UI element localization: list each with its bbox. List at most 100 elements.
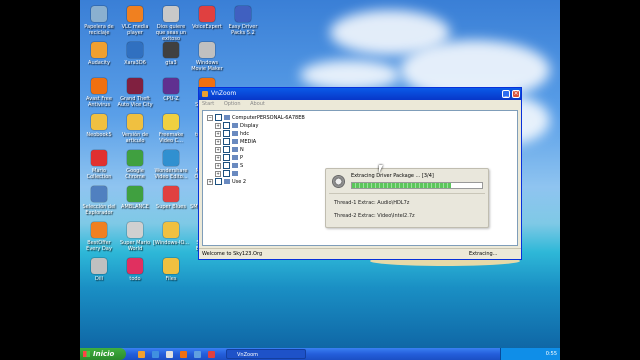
minimize-button[interactable]: _ [502, 90, 510, 98]
expand-toggle-icon[interactable]: + [215, 146, 221, 153]
desktop-icon[interactable]: Xara3D6 [116, 42, 154, 66]
quicklaunch-icon[interactable] [194, 351, 201, 358]
desktop-icon[interactable]: Dios quiere que seas un exitoso [152, 6, 190, 42]
expand-toggle-icon[interactable]: − [207, 114, 213, 121]
thread-1-row: Thread-1 Extrac: Audio\HDL7z [334, 200, 409, 206]
tree-item[interactable]: + Display [215, 122, 258, 129]
desktop-icon[interactable]: VLC media player [116, 6, 154, 36]
menu-about[interactable]: About [250, 101, 265, 107]
device-icon [232, 163, 238, 168]
divider [329, 193, 485, 194]
tree-item[interactable]: + hdc [215, 130, 249, 137]
desktop-icon[interactable]: Wondershare Video Edito... [152, 150, 190, 180]
quicklaunch-icon[interactable] [152, 351, 159, 358]
desktop-icon[interactable]: Files [152, 258, 190, 282]
tree-checkbox[interactable] [223, 138, 230, 145]
desktop-icon[interactable]: Super Mario World [116, 222, 154, 252]
tree-checkbox[interactable] [223, 154, 230, 161]
tree-item[interactable]: + [215, 170, 240, 177]
desktop-icon-label: Audacity [88, 60, 110, 66]
menu-option[interactable]: Option [224, 101, 241, 107]
desktop-icon[interactable]: Super Blues [152, 186, 190, 210]
desktop-icon[interactable]: gta3 [152, 42, 190, 66]
computer-icon [224, 115, 230, 120]
desktop-icon[interactable]: Audacity [80, 42, 118, 66]
gear-icon [332, 175, 345, 188]
window-titlebar[interactable]: VnZoom _ × [199, 88, 521, 100]
tree-checkbox[interactable] [223, 122, 230, 129]
tree-item-label: hdc [240, 131, 250, 137]
expand-toggle-icon[interactable]: + [215, 138, 221, 145]
tree-checkbox[interactable] [223, 170, 230, 177]
tree-item[interactable]: − ComputerPERSONAL-6A78EB [207, 114, 305, 121]
app-icon [163, 150, 179, 166]
desktop-icon-label: Neobook5 [86, 132, 112, 138]
start-button[interactable]: Inicio [80, 348, 126, 360]
desktop-icon[interactable]: Easy Driver Packs 5.2 [224, 6, 262, 36]
app-icon [199, 6, 215, 22]
tree-item[interactable]: + S [215, 162, 243, 169]
desktop-icon[interactable]: Selección del Explorador [80, 186, 118, 216]
desktop-icon[interactable]: Mario Collection [80, 150, 118, 180]
desktop-icon[interactable]: VoiceExpert [188, 6, 226, 30]
progress-title: Extracing Driver Package ... [3/4] [351, 173, 434, 179]
tree-checkbox[interactable] [215, 114, 222, 121]
desktop-icon[interactable]: Freemake Video C... [152, 114, 190, 144]
expand-toggle-icon[interactable]: + [215, 162, 221, 169]
desktop-icon[interactable]: CPU-Z [152, 78, 190, 102]
tree-item[interactable]: + N [215, 146, 244, 153]
desktop-icon-label: BestOffer Every Day [86, 240, 112, 252]
expand-toggle-icon[interactable]: + [215, 154, 221, 161]
desktop-icon-label: Papelera de reciclaje [84, 24, 114, 36]
device-icon [224, 179, 230, 184]
desktop-icon[interactable]: Papelera de reciclaje [80, 6, 118, 36]
thread-1-label: Thread-1 Extrac: [334, 200, 376, 206]
expand-toggle-icon[interactable]: + [207, 178, 213, 185]
desktop-icon-label: Selección del Explorador [82, 204, 116, 216]
desktop-icon[interactable]: Windows Movie Maker [188, 42, 226, 72]
desktop-icon-label: AMBLANCE [121, 204, 149, 210]
menu-bar: Start Option About [199, 100, 521, 109]
tree-checkbox[interactable] [215, 178, 222, 185]
expand-toggle-icon[interactable]: + [215, 170, 221, 177]
quicklaunch-icon[interactable] [180, 351, 187, 358]
device-icon [232, 147, 238, 152]
tree-checkbox[interactable] [223, 146, 230, 153]
quicklaunch-icon[interactable] [138, 351, 145, 358]
close-button[interactable]: × [512, 90, 520, 98]
desktop-icon[interactable]: Versión de articulo [116, 114, 154, 144]
taskbar-vnzoom-button[interactable]: VnZoom [226, 349, 306, 359]
tree-item[interactable]: + Use 2 [207, 178, 246, 185]
quicklaunch-icon[interactable] [208, 351, 215, 358]
progress-popup: Extracing Driver Package ... [3/4] Threa… [325, 168, 489, 228]
tree-checkbox[interactable] [223, 130, 230, 137]
desktop-icon[interactable]: BestOffer Every Day [80, 222, 118, 252]
clock[interactable]: 0:55 [546, 351, 557, 357]
desktop-icon[interactable]: Avast Free Antivirus [80, 78, 118, 108]
desktop-icon[interactable]: Google Chrome [116, 150, 154, 180]
desktop-icon[interactable]: todo [116, 258, 154, 282]
desktop-icon[interactable]: [Windows-IO... [152, 222, 190, 246]
desktop-icon-label: Freemake Video C... [158, 132, 184, 144]
device-tree[interactable]: − ComputerPERSONAL-6A78EB + Display + hdc + MED… [202, 110, 518, 246]
desktop-icon-label: Dios quiere que seas un exitoso [155, 24, 187, 42]
expand-toggle-icon[interactable]: + [215, 130, 221, 137]
desktop-icon-label: Google Chrome [125, 168, 145, 180]
desktop-icon-label: Files [165, 276, 177, 282]
menu-start[interactable]: Start [202, 101, 214, 107]
desktop-icon[interactable]: Neobook5 [80, 114, 118, 138]
expand-toggle-icon[interactable]: + [215, 122, 221, 129]
desktop-icon[interactable]: Grand Theft Auto Vice City [116, 78, 154, 108]
app-icon [91, 6, 107, 22]
tree-checkbox[interactable] [223, 162, 230, 169]
tree-item-label: P [240, 155, 244, 161]
tree-item[interactable]: + MEDIA [215, 138, 256, 145]
vnzoom-window[interactable]: VnZoom _ × Start Option About − ComputerP… [198, 87, 522, 260]
desktop-icon-label: [Windows-IO... [152, 240, 190, 246]
tree-item[interactable]: + P [215, 154, 243, 161]
desktop-icon[interactable]: AMBLANCE [116, 186, 154, 210]
desktop-icon[interactable]: Dill [80, 258, 118, 282]
tree-item-label: S [240, 163, 244, 169]
app-icon [91, 78, 107, 94]
quicklaunch-icon[interactable] [166, 351, 173, 358]
